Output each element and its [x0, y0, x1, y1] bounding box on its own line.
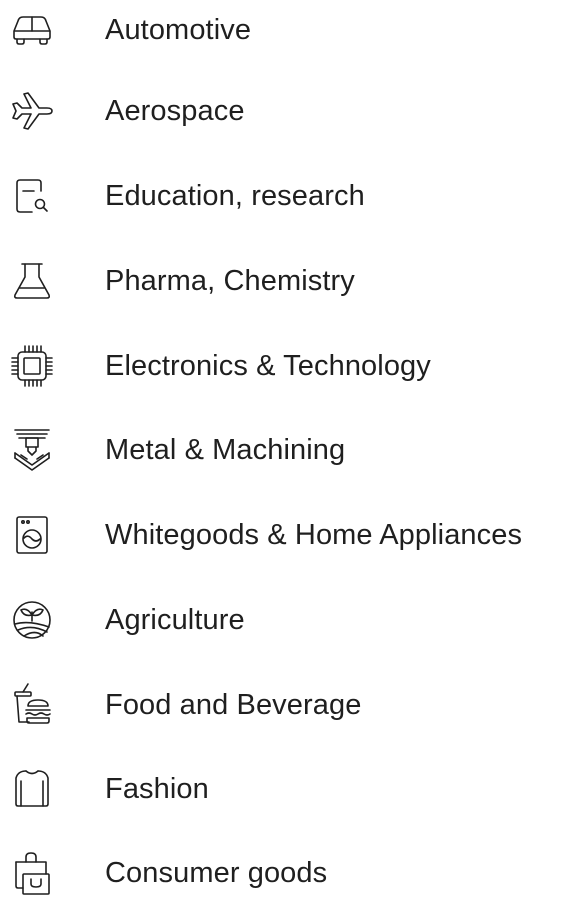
industry-item-automotive[interactable]: Automotive	[0, 0, 585, 60]
industry-label-education: Education, research	[105, 180, 365, 212]
industry-item-aerospace[interactable]: Aerospace	[0, 81, 585, 141]
industry-item-agriculture[interactable]: Agriculture	[0, 590, 585, 650]
industry-label-whitegoods: Whitegoods & Home Appliances	[105, 519, 523, 551]
industry-label-electronics: Electronics & Technology	[105, 350, 431, 382]
document-search-icon	[4, 168, 60, 224]
industry-label-automotive: Automotive	[105, 14, 252, 46]
car-icon	[4, 2, 60, 58]
industry-item-metal[interactable]: Metal & Machining	[0, 420, 585, 480]
industry-item-fashion[interactable]: Fashion	[0, 759, 585, 819]
airplane-icon	[4, 83, 60, 139]
sweater-icon	[4, 761, 60, 817]
drink-burger-icon	[4, 677, 60, 733]
microchip-icon	[4, 338, 60, 394]
washing-machine-icon	[4, 507, 60, 563]
industry-item-food[interactable]: Food and Beverage	[0, 675, 585, 735]
industry-item-education[interactable]: Education, research	[0, 166, 585, 226]
industry-label-pharma: Pharma, Chemistry	[105, 265, 355, 297]
industry-item-whitegoods[interactable]: Whitegoods & Home Appliances	[0, 505, 585, 565]
industry-label-metal: Metal & Machining	[105, 434, 346, 466]
industry-label-aerospace: Aerospace	[105, 95, 245, 127]
flask-icon	[4, 253, 60, 309]
industry-label-agriculture: Agriculture	[105, 604, 245, 636]
industry-label-consumer-goods: Consumer goods	[105, 857, 328, 889]
industry-label-fashion: Fashion	[105, 773, 209, 805]
industry-item-pharma[interactable]: Pharma, Chemistry	[0, 251, 585, 311]
press-machine-icon	[4, 422, 60, 478]
sprout-field-icon	[4, 592, 60, 648]
industry-label-food: Food and Beverage	[105, 689, 362, 721]
industry-item-electronics[interactable]: Electronics & Technology	[0, 336, 585, 396]
industry-item-consumer-goods[interactable]: Consumer goods	[0, 843, 585, 903]
